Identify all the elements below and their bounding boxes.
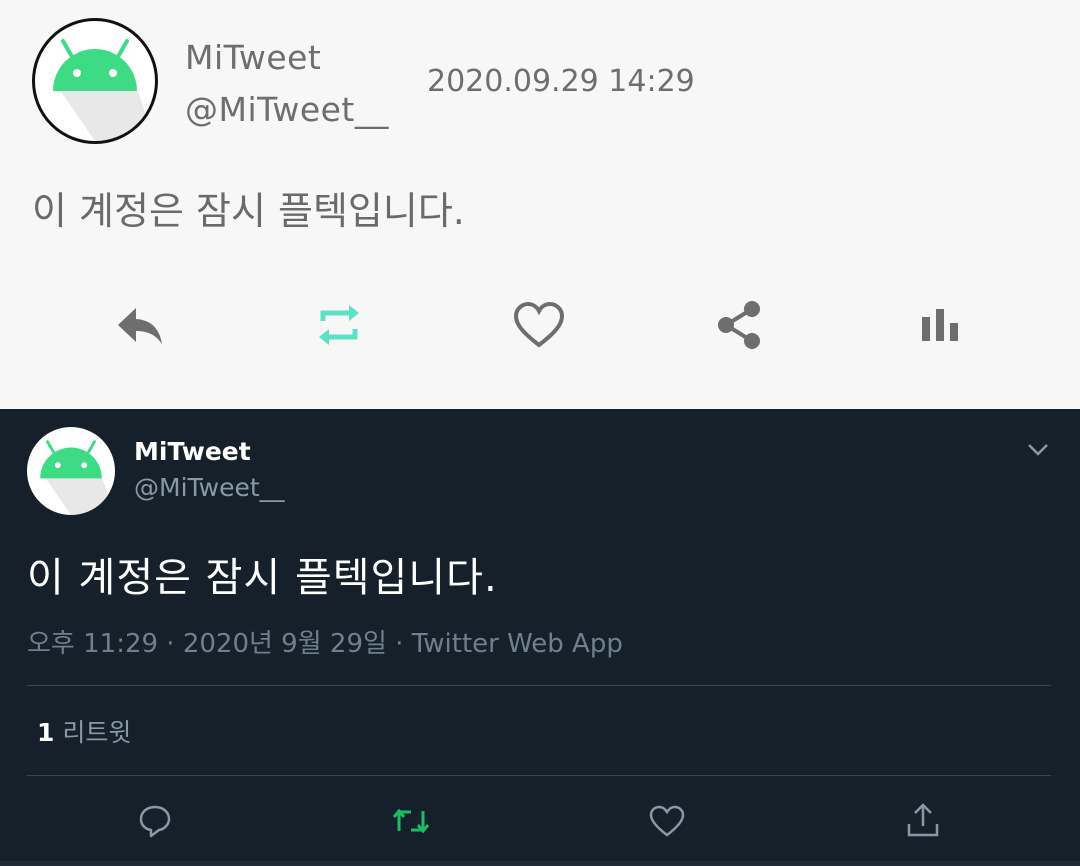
display-name[interactable]: MiTweet xyxy=(185,38,321,77)
avatar[interactable] xyxy=(32,18,158,144)
reply-icon xyxy=(118,308,162,344)
tweet-action-bar xyxy=(0,797,1080,845)
user-handle[interactable]: @MiTweet__ xyxy=(185,90,389,129)
retweet-icon xyxy=(319,305,359,345)
like-button[interactable] xyxy=(645,797,689,845)
tweet-meta[interactable]: 오후 11:29 · 2020년 9월 29일 · Twitter Web Ap… xyxy=(27,623,623,660)
bottom-edge xyxy=(0,861,1080,866)
tweet-text: 이 계정은 잠시 플텍입니다. xyxy=(32,189,465,233)
retweet-count: 1 xyxy=(37,718,55,747)
android-logo-icon xyxy=(40,440,115,515)
like-button[interactable] xyxy=(509,290,569,360)
dark-tweet-card: MiTweet @MiTweet__ 이 계정은 잠시 플텍입니다. 오후 11… xyxy=(0,409,1080,866)
avatar[interactable] xyxy=(27,427,115,515)
more-options-button[interactable] xyxy=(1024,437,1052,461)
retweet-stats[interactable]: 1 리트윗 xyxy=(37,713,131,749)
chevron-down-icon xyxy=(1028,444,1048,456)
reply-button[interactable] xyxy=(110,290,170,360)
share-button[interactable] xyxy=(710,290,770,360)
divider xyxy=(27,775,1051,776)
share-icon xyxy=(718,301,760,349)
tweet-timestamp: 2020.09.29 14:29 xyxy=(427,64,695,99)
user-handle[interactable]: @MiTweet__ xyxy=(134,473,285,502)
retweet-icon xyxy=(392,808,430,834)
android-logo-icon xyxy=(53,39,155,141)
heart-icon xyxy=(513,301,565,348)
like-icon xyxy=(649,805,685,837)
share-button[interactable] xyxy=(901,797,945,845)
reply-button[interactable] xyxy=(133,797,177,845)
tweet-text: 이 계정은 잠시 플텍입니다. xyxy=(27,555,498,601)
retweet-button[interactable] xyxy=(309,290,369,360)
retweet-button[interactable] xyxy=(389,797,433,845)
display-name[interactable]: MiTweet xyxy=(134,437,251,466)
reply-icon xyxy=(139,805,171,838)
retweet-label: 리트윗 xyxy=(62,718,132,747)
stats-button[interactable] xyxy=(910,290,970,360)
divider xyxy=(27,685,1051,686)
tweet-action-bar xyxy=(0,290,1080,360)
light-tweet-card: MiTweet @MiTweet__ 2020.09.29 14:29 이 계정… xyxy=(0,0,1080,409)
stats-icon xyxy=(922,309,958,341)
share-icon xyxy=(907,803,939,837)
